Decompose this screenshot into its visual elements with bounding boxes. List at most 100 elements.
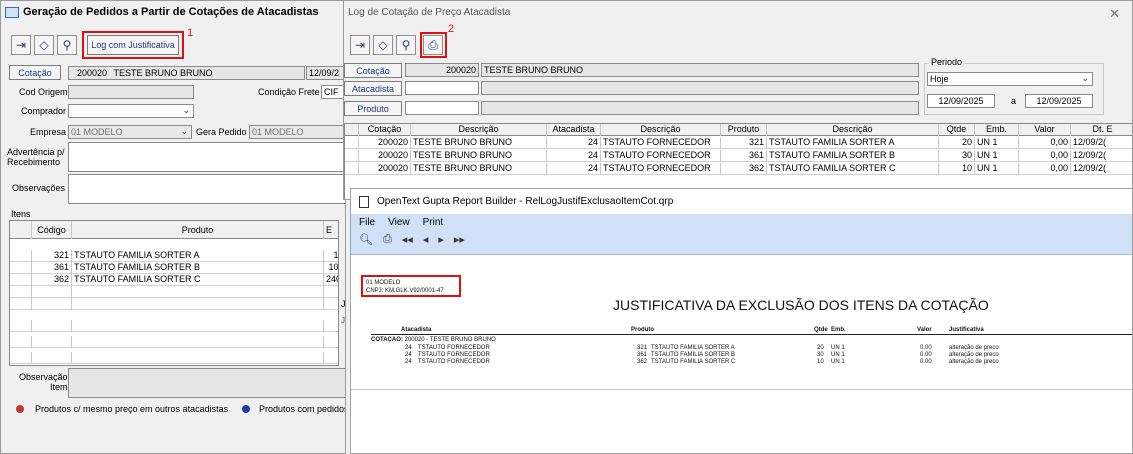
cotacao-code-field[interactable]: 200020 bbox=[405, 63, 479, 77]
report-justificativa: alteração de preco bbox=[949, 345, 999, 351]
prev-page-icon[interactable]: ◂ bbox=[423, 233, 429, 246]
cod-origem-field[interactable] bbox=[68, 85, 194, 99]
cotacao-field[interactable]: 200020 TESTE BRUNO BRUNO bbox=[68, 66, 305, 80]
row-selector[interactable] bbox=[345, 150, 359, 162]
report-atac-code: 24 bbox=[405, 359, 412, 365]
cotacao-button[interactable]: Cotação bbox=[9, 65, 61, 80]
comprador-select[interactable]: ⌄ bbox=[68, 104, 194, 118]
col-codigo[interactable]: Código bbox=[32, 221, 72, 239]
row-selector[interactable] bbox=[10, 336, 32, 348]
produto-button[interactable]: Produto bbox=[344, 101, 402, 116]
empresa-select[interactable]: 01 MODELO ⌄ bbox=[68, 125, 192, 139]
row-selector[interactable] bbox=[10, 250, 32, 262]
table-row[interactable] bbox=[10, 336, 338, 348]
row-selector[interactable] bbox=[345, 163, 359, 175]
row-selector[interactable] bbox=[10, 298, 32, 310]
observacao-item-field[interactable] bbox=[68, 368, 345, 398]
first-page-icon[interactable]: ◂◂ bbox=[402, 233, 413, 246]
menu-file[interactable]: File bbox=[359, 217, 375, 228]
table-row[interactable] bbox=[10, 320, 338, 332]
col-descricao-3[interactable]: Descrição bbox=[767, 124, 939, 136]
date-to-field[interactable]: 12/09/2025 bbox=[1025, 94, 1093, 108]
cell-dt: 12/09/2( bbox=[1071, 137, 1132, 149]
geracao-pedidos-window: Geração de Pedidos a Partir de Cotações … bbox=[0, 0, 346, 454]
report-atac-name: TSTAUTO FORNECEDOR bbox=[418, 352, 490, 358]
col-produto[interactable]: Produto bbox=[72, 221, 324, 239]
table-row[interactable]: 361 TSTAUTO FAMILIA SORTER B 10, bbox=[10, 262, 338, 274]
periodo-select[interactable]: Hoje ⌄ bbox=[927, 72, 1093, 86]
report-atac-name: TSTAUTO FORNECEDOR bbox=[418, 359, 490, 365]
col-descricao-2[interactable]: Descrição bbox=[601, 124, 721, 136]
close-icon[interactable]: ✕ bbox=[1109, 6, 1120, 22]
advertencia-field[interactable] bbox=[68, 142, 345, 172]
col-e[interactable]: E bbox=[324, 221, 338, 239]
menu-view[interactable]: View bbox=[388, 217, 410, 228]
atacadista-code-field[interactable] bbox=[405, 81, 479, 95]
row-selector[interactable] bbox=[10, 274, 32, 286]
eraser-icon[interactable]: ◇ bbox=[373, 35, 393, 55]
table-row[interactable] bbox=[10, 286, 338, 298]
report-emb: UN 1 bbox=[831, 359, 845, 365]
row-selector[interactable] bbox=[345, 137, 359, 149]
table-row[interactable] bbox=[10, 352, 338, 364]
observacao-item-label-line1: Observação bbox=[19, 372, 68, 382]
table-row[interactable]: 321 TSTAUTO FAMILIA SORTER A 1, bbox=[10, 250, 338, 262]
col-qtde[interactable]: Qtde bbox=[939, 124, 975, 136]
cell-emb: UN 1 bbox=[975, 163, 1019, 175]
col-atacadista[interactable]: Atacadista bbox=[547, 124, 601, 136]
col-descricao[interactable]: Descrição bbox=[411, 124, 547, 136]
table-row[interactable]: 200020 TESTE BRUNO BRUNO 24 TSTAUTO FORN… bbox=[345, 137, 1132, 149]
row-selector[interactable] bbox=[10, 320, 32, 332]
cell-atacadista: 24 bbox=[547, 163, 601, 175]
legend-with-orders: Produtos com pedidos e bbox=[259, 404, 346, 414]
observacoes-field[interactable] bbox=[68, 174, 345, 204]
table-row[interactable]: 362 TSTAUTO FAMILIA SORTER C 240, bbox=[10, 274, 338, 286]
table-row[interactable] bbox=[10, 298, 338, 310]
atacadista-button[interactable]: Atacadista bbox=[344, 81, 402, 96]
report-valor: 0.00 bbox=[920, 359, 932, 365]
date-from-field[interactable]: 12/09/2025 bbox=[927, 94, 995, 108]
row-selector[interactable] bbox=[10, 262, 32, 274]
col-valor[interactable]: Valor bbox=[1019, 124, 1071, 136]
cell-produto: 321 bbox=[721, 137, 767, 149]
print-icon[interactable]: ⎙ bbox=[383, 233, 392, 246]
next-page-icon[interactable]: ▸ bbox=[438, 233, 444, 246]
search-icon[interactable]: ⚲ bbox=[57, 35, 77, 55]
gera-pedido-field[interactable]: 01 MODELO bbox=[249, 125, 345, 139]
produto-code-field[interactable] bbox=[405, 101, 479, 115]
chevron-down-icon: ⌄ bbox=[1081, 73, 1089, 83]
report-company: 01 MODELO bbox=[366, 280, 401, 286]
item-codigo: 321 bbox=[32, 250, 72, 262]
table-row[interactable]: 200020 TESTE BRUNO BRUNO 24 TSTAUTO FORN… bbox=[345, 150, 1132, 162]
exit-icon[interactable]: ⇥ bbox=[350, 35, 370, 55]
table-row[interactable]: 200020 TESTE BRUNO BRUNO 24 TSTAUTO FORN… bbox=[345, 163, 1132, 175]
cotacao-code: 200020 bbox=[76, 68, 107, 78]
highlight-box-1 bbox=[82, 31, 184, 59]
document-icon bbox=[359, 195, 369, 208]
col-dt[interactable]: Dt. E bbox=[1071, 124, 1132, 136]
last-page-icon[interactable]: ▸▸ bbox=[454, 233, 465, 246]
geracao-pedidos-titlebar: Geração de Pedidos a Partir de Cotações … bbox=[1, 1, 345, 23]
eraser-icon[interactable]: ◇ bbox=[34, 35, 54, 55]
row-selector[interactable] bbox=[10, 352, 32, 364]
cotacao-button[interactable]: Cotação bbox=[344, 63, 402, 78]
item-e: 1, bbox=[324, 250, 338, 262]
report-justificativa: alteração de preco bbox=[949, 359, 999, 365]
cell-descricao-2: TSTAUTO FORNECEDOR bbox=[601, 163, 721, 175]
col-cotacao[interactable]: Cotação bbox=[359, 124, 411, 136]
empty-cell bbox=[72, 336, 324, 348]
cell-descricao: TESTE BRUNO BRUNO bbox=[411, 150, 547, 162]
row-selector[interactable] bbox=[10, 286, 32, 298]
report-col-atacadista: Atacadista bbox=[401, 327, 432, 333]
col-emb[interactable]: Emb. bbox=[975, 124, 1019, 136]
cell-descricao-3: TSTAUTO FAMILIA SORTER A bbox=[767, 137, 939, 149]
col-produto[interactable]: Produto bbox=[721, 124, 767, 136]
menu-print[interactable]: Print bbox=[423, 217, 444, 228]
preview-icon[interactable]: 🔍︎ bbox=[359, 233, 373, 246]
report-valor: 0.00 bbox=[920, 345, 932, 351]
search-icon[interactable]: ⚲ bbox=[396, 35, 416, 55]
exit-icon[interactable]: ⇥ bbox=[11, 35, 31, 55]
empty-cell bbox=[72, 298, 324, 310]
report-builder-titlebar: OpenText Gupta Report Builder - RelLogJu… bbox=[351, 189, 1132, 214]
item-codigo: 362 bbox=[32, 274, 72, 286]
